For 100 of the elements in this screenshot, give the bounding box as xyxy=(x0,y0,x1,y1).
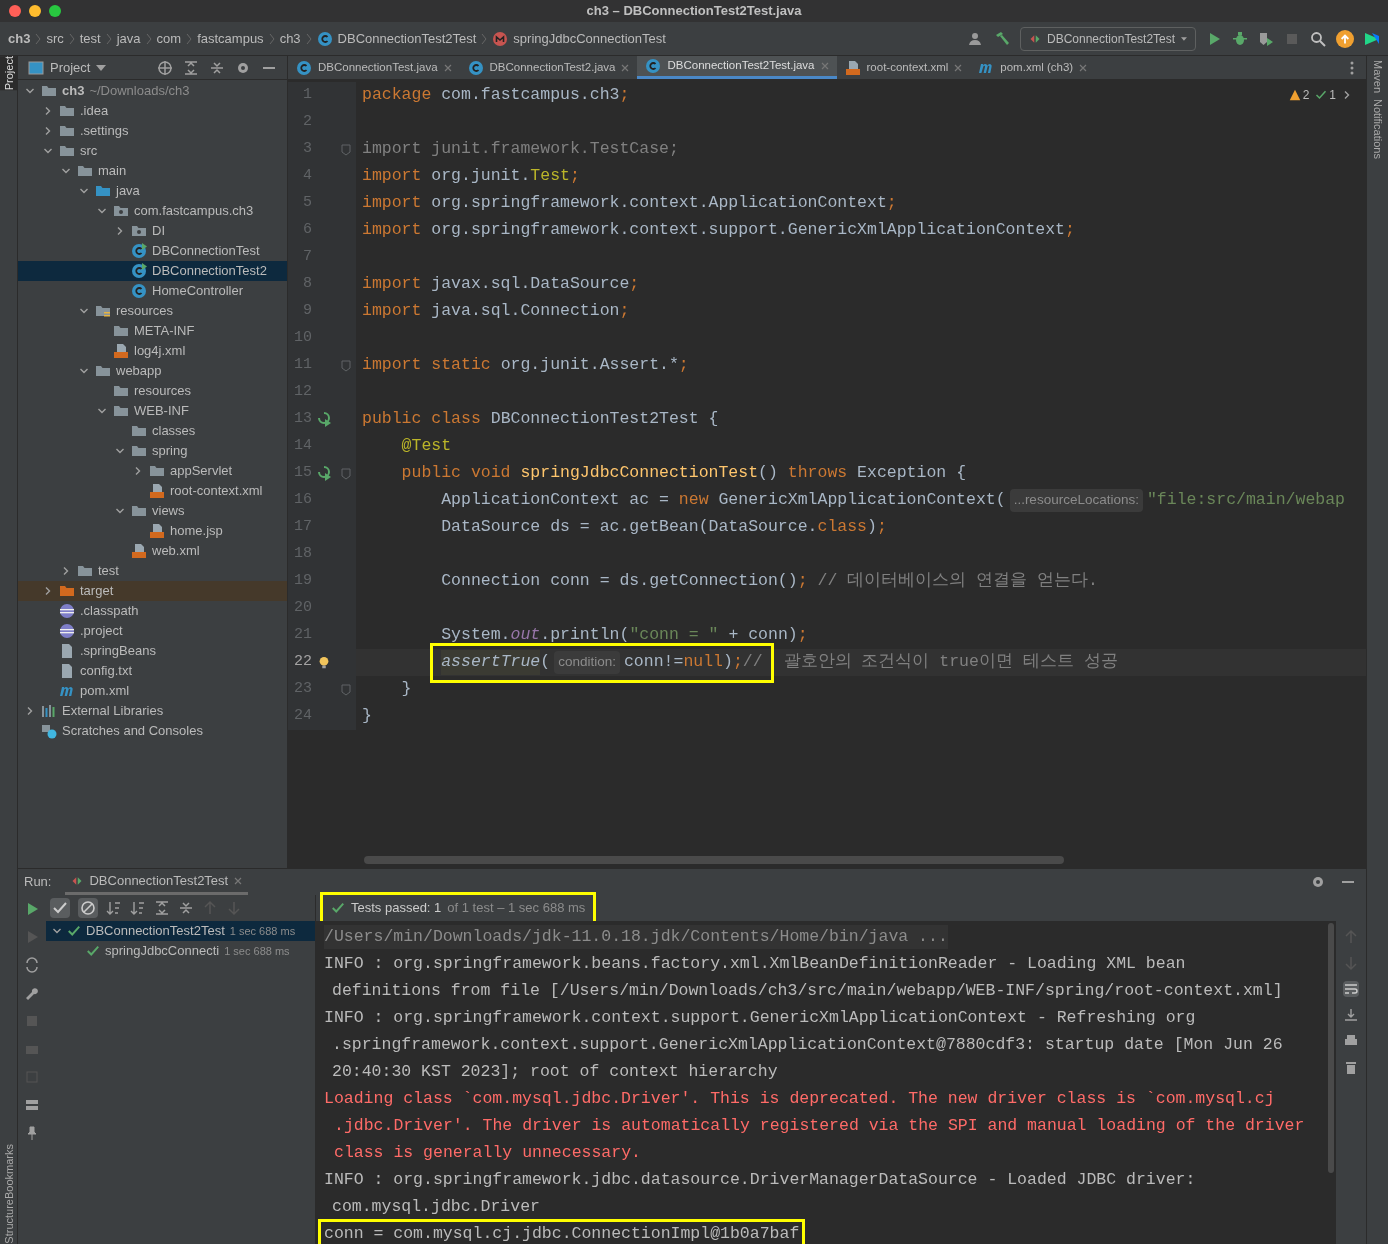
expand-all-icon[interactable] xyxy=(183,59,199,76)
close-icon[interactable] xyxy=(234,876,243,885)
chevron-down-icon[interactable] xyxy=(79,366,89,376)
fold-icon[interactable] xyxy=(341,143,351,156)
editor-tab[interactable]: DBConnectionTest.java xyxy=(288,56,460,79)
sort-alpha-icon[interactable] xyxy=(106,900,122,916)
breadcrumb[interactable]: fastcampus xyxy=(197,28,264,49)
chevron-right-icon[interactable] xyxy=(25,706,35,716)
scroll-to-end-icon[interactable] xyxy=(1343,1007,1359,1023)
caret-icon[interactable] xyxy=(96,64,107,71)
tree-item[interactable]: .project xyxy=(18,621,287,641)
chevron-down-icon[interactable] xyxy=(115,506,125,516)
close-icon[interactable] xyxy=(1079,63,1088,72)
chevron-down-icon[interactable] xyxy=(97,406,107,416)
tree-item[interactable]: root-context.xml xyxy=(18,481,287,501)
tree-item[interactable]: ch3 ~/Downloads/ch3 xyxy=(18,81,287,101)
target-icon[interactable] xyxy=(157,59,173,76)
run-test-icon[interactable] xyxy=(316,465,332,482)
warning-count[interactable]: 2 xyxy=(1288,86,1310,104)
run-tab[interactable]: DBConnectionTest2Test xyxy=(65,869,249,895)
chevron-right-icon[interactable] xyxy=(1342,90,1352,100)
close-button[interactable] xyxy=(9,5,21,17)
hammer-icon[interactable] xyxy=(994,30,1010,47)
breadcrumb[interactable]: test xyxy=(79,28,101,49)
app-logo-icon[interactable] xyxy=(1364,30,1380,47)
tree-item[interactable]: web.xml xyxy=(18,541,287,561)
chevron-down-icon[interactable] xyxy=(79,306,89,316)
fold-icon[interactable] xyxy=(341,467,351,480)
close-icon[interactable] xyxy=(954,63,963,72)
close-icon[interactable] xyxy=(621,63,630,72)
panel-title[interactable]: Project xyxy=(50,57,91,78)
tree-item[interactable]: home.jsp xyxy=(18,521,287,541)
expand-all-icon[interactable] xyxy=(154,900,170,916)
tree-item[interactable]: log4j.xml xyxy=(18,341,287,361)
test-tree-item[interactable]: springJdbcConnecti 1 sec 688 ms xyxy=(46,941,315,961)
tree-item[interactable]: appServlet xyxy=(18,461,287,481)
editor-tab[interactable]: root-context.xml xyxy=(836,56,971,79)
tree-item[interactable]: External Libraries xyxy=(18,701,287,721)
tree-item[interactable]: java xyxy=(18,181,287,201)
editor-tab[interactable]: pom.xml (ch3) xyxy=(970,56,1096,79)
tree-item[interactable]: classes xyxy=(18,421,287,441)
trash-icon[interactable] xyxy=(1343,1059,1359,1075)
tree-item[interactable]: META-INF xyxy=(18,321,287,341)
breadcrumb[interactable]: java xyxy=(116,28,141,49)
ok-count[interactable]: 1 xyxy=(1315,86,1336,104)
zoom-button[interactable] xyxy=(49,5,61,17)
tool-window-tab[interactable]: Project xyxy=(0,56,18,91)
layout-icon[interactable] xyxy=(24,1097,40,1113)
scrollbar[interactable] xyxy=(1328,923,1334,1173)
editor-tab[interactable]: DBConnectionTest2Test.java xyxy=(637,56,837,79)
collapse-all-icon[interactable] xyxy=(178,900,194,916)
tree-item[interactable]: DBConnectionTest2 xyxy=(18,261,287,281)
chevron-down-icon[interactable] xyxy=(115,446,125,456)
breadcrumb[interactable]: ch3 xyxy=(279,28,301,49)
tree-item[interactable]: main xyxy=(18,161,287,181)
tree-item[interactable]: src xyxy=(18,141,287,161)
breadcrumb[interactable]: DBConnectionTest2Test xyxy=(337,28,477,49)
tree-item[interactable]: target xyxy=(18,581,287,601)
fold-icon[interactable] xyxy=(341,359,351,372)
update-icon[interactable] xyxy=(1336,29,1354,48)
tree-item[interactable]: views xyxy=(18,501,287,521)
tree-item[interactable]: DI xyxy=(18,221,287,241)
bug-icon[interactable] xyxy=(1232,30,1248,47)
breadcrumb[interactable]: com xyxy=(156,28,182,49)
test-tree-item[interactable]: DBConnectionTest2Test 1 sec 688 ms xyxy=(46,921,315,941)
tree-item[interactable]: pom.xml xyxy=(18,681,287,701)
tree-item[interactable]: .idea xyxy=(18,101,287,121)
run-test-icon[interactable] xyxy=(316,411,332,428)
lightbulb-icon[interactable] xyxy=(317,655,331,670)
chevron-down-icon[interactable] xyxy=(52,926,62,936)
chevron-down-icon[interactable] xyxy=(25,86,35,96)
wrench-icon[interactable] xyxy=(24,985,40,1001)
tool-window-tab[interactable]: Structure xyxy=(0,1199,18,1244)
show-ignored-toggle[interactable] xyxy=(78,898,98,918)
tool-window-tab[interactable]: Bookmarks xyxy=(0,1144,18,1200)
settings-icon[interactable] xyxy=(1310,874,1326,890)
breadcrumb[interactable]: src xyxy=(46,28,64,49)
search-icon[interactable] xyxy=(1310,30,1326,47)
tree-item[interactable]: webapp xyxy=(18,361,287,381)
show-passed-toggle[interactable] xyxy=(50,898,70,918)
sort-duration-icon[interactable] xyxy=(130,900,146,916)
tree-item[interactable]: DBConnectionTest xyxy=(18,241,287,261)
tree-item[interactable]: Scratches and Consoles xyxy=(18,721,287,741)
soft-wrap-icon[interactable] xyxy=(1343,981,1359,997)
close-icon[interactable] xyxy=(443,63,452,72)
tree-item[interactable]: test xyxy=(18,561,287,581)
tree-item[interactable]: HomeController xyxy=(18,281,287,301)
coverage-icon[interactable] xyxy=(1258,30,1274,47)
chevron-right-icon[interactable] xyxy=(115,226,125,236)
run-configuration-dropdown[interactable]: DBConnectionTest2Test xyxy=(1020,26,1196,51)
tree-item[interactable]: WEB-INF xyxy=(18,401,287,421)
tree-item[interactable]: .springBeans xyxy=(18,641,287,661)
tree-item[interactable]: resources xyxy=(18,301,287,321)
breadcrumb[interactable]: ch3 xyxy=(8,28,31,49)
tree-item[interactable]: .classpath xyxy=(18,601,287,621)
editor-tab[interactable]: DBConnectionTest2.java xyxy=(459,56,638,79)
user-icon[interactable] xyxy=(968,30,984,47)
tool-window-tab[interactable]: Maven xyxy=(1365,60,1388,94)
tool-window-tab[interactable]: Notifications xyxy=(1365,99,1388,159)
breadcrumb[interactable]: springJdbcConnectionTest xyxy=(513,28,666,49)
